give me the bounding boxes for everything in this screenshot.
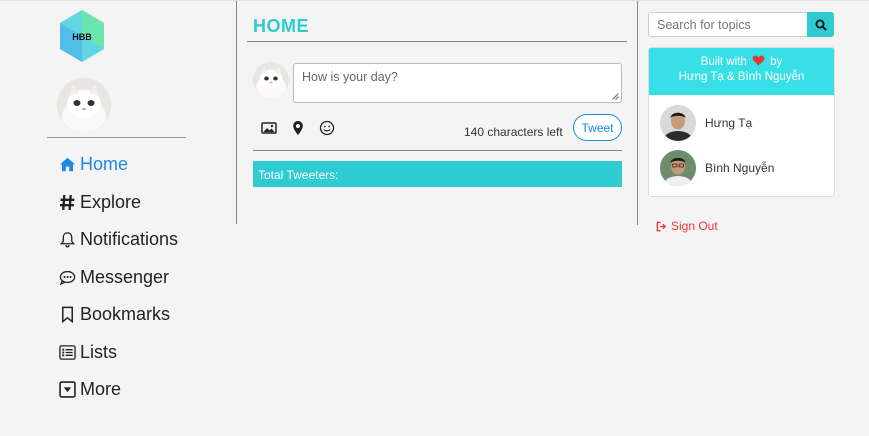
- resize-grip-icon[interactable]: [612, 93, 619, 100]
- heart-icon: [752, 55, 765, 66]
- search-icon: [815, 19, 827, 31]
- member-item[interactable]: Bình Nguyễn: [660, 150, 774, 186]
- image-icon[interactable]: [261, 120, 277, 136]
- sidebar-item-lists[interactable]: Lists: [57, 334, 197, 372]
- credits-header: Built with by Hưng Tạ & Bình Nguyễn: [649, 48, 834, 95]
- sidebar-item-bookmarks[interactable]: Bookmarks: [57, 296, 197, 334]
- caret-square-icon: [57, 380, 77, 400]
- smiley-icon[interactable]: [319, 120, 335, 136]
- tweet-button[interactable]: Tweet: [573, 114, 622, 141]
- sign-out-link[interactable]: Sign Out: [656, 219, 718, 233]
- chat-icon: [57, 267, 77, 287]
- list-icon: [57, 342, 77, 362]
- credits-suffix: by: [770, 56, 783, 68]
- hbb-logo[interactable]: HBB: [58, 9, 106, 63]
- member-avatar: [660, 150, 696, 186]
- sidebar-item-label: Bookmarks: [80, 304, 171, 325]
- credits-authors: Hưng Tạ & Bình Nguyễn: [678, 71, 805, 83]
- tweet-input[interactable]: How is your day?: [293, 63, 622, 103]
- page-title: HOME: [253, 16, 309, 36]
- sidebar-item-more[interactable]: More: [57, 371, 197, 409]
- member-name: Hưng Tạ: [705, 116, 753, 130]
- left-column-divider: [236, 1, 237, 224]
- compose-avatar: [253, 62, 289, 98]
- location-pin-icon[interactable]: [290, 120, 306, 136]
- sign-out-label: Sign Out: [671, 219, 718, 233]
- sidebar-item-label: Lists: [80, 341, 118, 362]
- right-column-divider: [637, 1, 638, 225]
- sidebar-item-label: Explore: [80, 191, 142, 212]
- search-input[interactable]: [648, 12, 808, 37]
- total-tweeters-bar: Total Tweeters:: [253, 161, 622, 187]
- profile-avatar[interactable]: [57, 78, 111, 132]
- title-divider: [247, 41, 627, 42]
- sidebar-item-home[interactable]: Home: [57, 146, 197, 184]
- member-name: Bình Nguyễn: [705, 161, 775, 175]
- characters-left-counter: 140 characters left: [464, 125, 563, 139]
- compose-divider: [253, 150, 622, 151]
- bell-icon: [57, 230, 77, 250]
- sidebar-item-notifications[interactable]: Notifications: [57, 221, 197, 259]
- home-icon: [57, 155, 77, 175]
- logo-text: HBB: [72, 32, 92, 42]
- credits-card: Built with by Hưng Tạ & Bình Nguyễn Hưng…: [648, 47, 835, 197]
- sign-out-icon: [656, 221, 667, 231]
- sidebar-item-label: More: [80, 379, 122, 400]
- member-avatar: [660, 105, 696, 141]
- total-tweeters-label: Total Tweeters:: [258, 168, 339, 182]
- credits-prefix: Built with: [700, 56, 747, 68]
- sidebar-item-label: Home: [80, 154, 129, 175]
- sidebar-divider: [47, 137, 186, 138]
- hashtag-icon: [57, 192, 77, 212]
- member-item[interactable]: Hưng Tạ: [660, 105, 752, 141]
- sidebar-item-messenger[interactable]: Messenger: [57, 259, 197, 297]
- tweet-input-placeholder: How is your day?: [302, 70, 398, 84]
- sidebar-nav: Home Explore Notifications Messenger Boo…: [57, 146, 197, 409]
- search-button[interactable]: [807, 12, 834, 37]
- sidebar-item-label: Messenger: [80, 266, 170, 287]
- sidebar-item-explore[interactable]: Explore: [57, 184, 197, 222]
- bookmark-icon: [57, 305, 77, 325]
- sidebar-item-label: Notifications: [80, 229, 179, 250]
